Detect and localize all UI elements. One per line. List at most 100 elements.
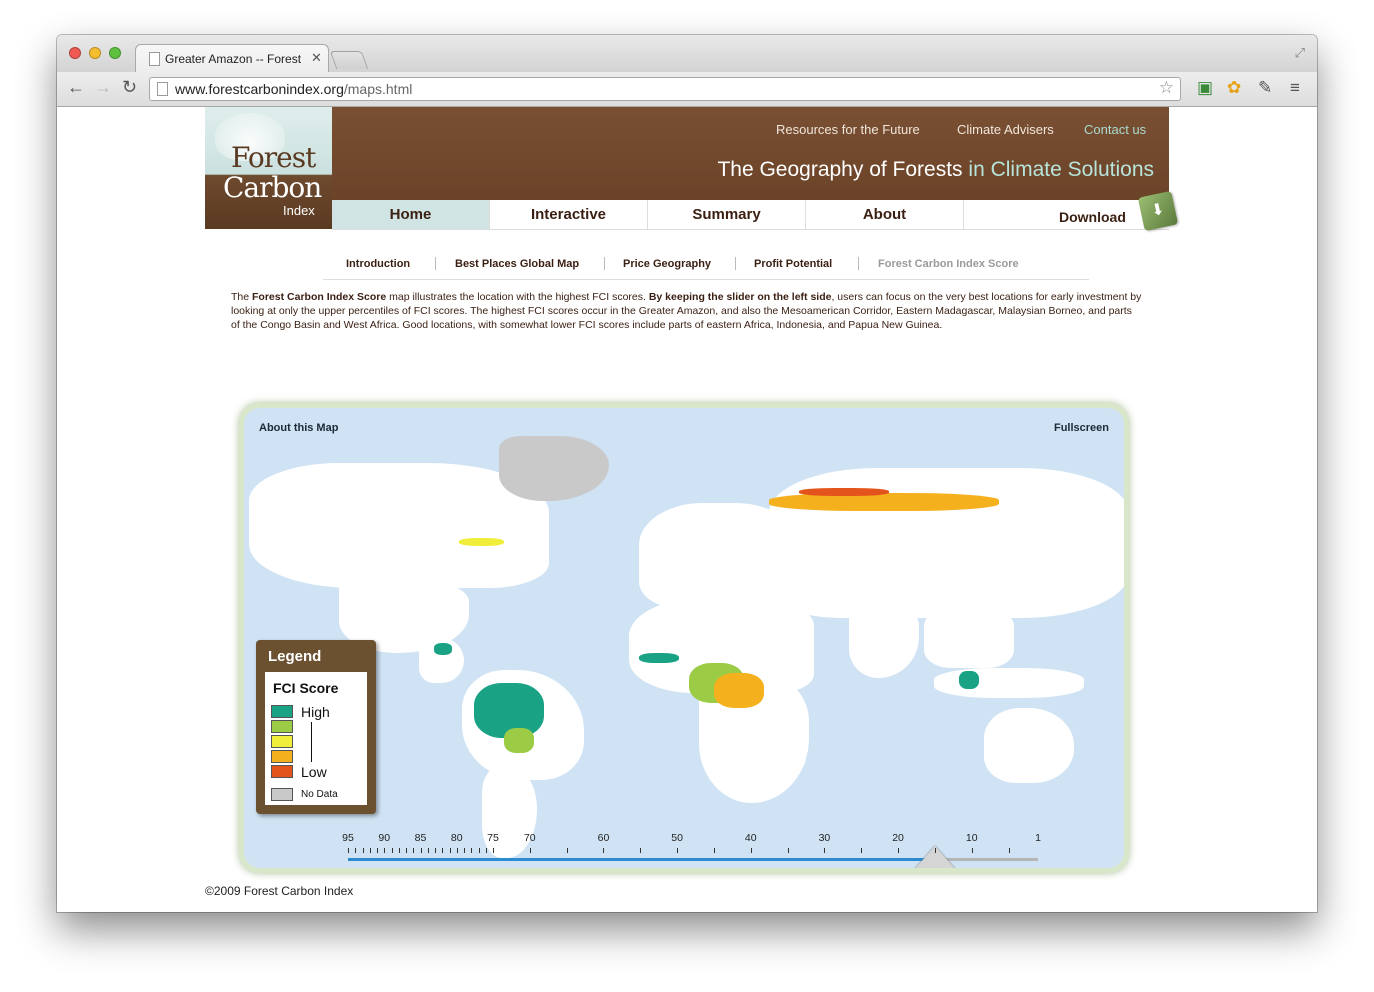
map-frame: About this Map Fullscreen Legend FCI Sco… <box>239 403 1129 873</box>
fullscreen-icon[interactable]: ⤢ <box>1295 45 1305 61</box>
browser-toolbar: ← → ↻ www.forestcarbonindex.org/maps.htm… <box>57 72 1317 107</box>
fullscreen-link[interactable]: Fullscreen <box>1054 422 1109 434</box>
slider-tick-label: 70 <box>523 832 536 844</box>
slider-minor-tick <box>435 848 436 853</box>
subnav-price-geography[interactable]: Price Geography <box>623 258 711 270</box>
site-logo[interactable]: Forest Carbon Index <box>205 107 332 229</box>
logo-forest: Forest <box>231 141 316 174</box>
slider-fill <box>348 858 935 861</box>
slider-tick-label: 10 <box>965 832 978 844</box>
legend-swatch-3 <box>271 735 293 748</box>
slider-minor-tick <box>493 848 494 853</box>
tagline-accent: in Climate Solutions <box>968 158 1154 181</box>
honey-extension-icon[interactable]: ✿ <box>1227 78 1241 98</box>
legend-swatch-4 <box>271 750 293 763</box>
link-contact-us[interactable]: Contact us <box>1084 122 1146 137</box>
slider-minor-tick <box>355 848 357 853</box>
greenland <box>499 436 609 501</box>
slider-minor-tick <box>861 848 863 853</box>
about-this-map-link[interactable]: About this Map <box>259 422 338 434</box>
divider <box>735 257 736 270</box>
map-legend: Legend FCI Score High Low No Data <box>256 640 376 814</box>
intro-paragraph: The Forest Carbon Index Score map illust… <box>231 290 1143 332</box>
legend-swatch-low <box>271 765 293 778</box>
divider <box>604 257 605 270</box>
zoom-window-button[interactable] <box>109 47 121 59</box>
legend-scale-line <box>311 722 312 762</box>
world-map[interactable]: About this Map Fullscreen Legend FCI Sco… <box>244 408 1124 868</box>
nav-interactive[interactable]: Interactive <box>490 200 648 229</box>
nav-summary[interactable]: Summary <box>648 200 806 229</box>
slider-minor-tick <box>971 848 973 853</box>
southeast-asia <box>924 608 1014 668</box>
title-bar: Greater Amazon -- Forest ✕ ⤢ <box>57 35 1317 73</box>
menu-icon[interactable]: ≡ <box>1290 78 1300 98</box>
central-america-score <box>434 643 452 655</box>
slider-minor-tick <box>566 848 568 853</box>
nav-about[interactable]: About <box>806 200 964 229</box>
page-icon <box>157 82 168 96</box>
intro-bold-2: By keeping the slider on the left side <box>648 291 832 303</box>
forward-icon[interactable]: → <box>94 77 112 98</box>
indonesia <box>934 668 1084 698</box>
slider-minor-tick <box>420 848 422 853</box>
download-button[interactable]: Download ⬇ <box>1032 190 1179 232</box>
slider-minor-tick <box>934 848 936 853</box>
tab-title: Greater Amazon -- Forest <box>165 52 302 66</box>
congo-east-score <box>714 673 764 708</box>
close-tab-icon[interactable]: ✕ <box>311 50 322 66</box>
subnav-profit-potential[interactable]: Profit Potential <box>754 258 832 270</box>
slider-minor-tick <box>750 848 752 853</box>
legend-swatch-no-data <box>271 788 293 801</box>
borneo-score <box>959 671 979 689</box>
amazon-south-score <box>504 728 534 753</box>
slider-minor-tick <box>1008 848 1010 853</box>
slider-minor-tick <box>449 848 451 853</box>
url-path: /maps.html <box>343 81 413 97</box>
slider-minor-tick <box>677 848 679 853</box>
download-label: Download <box>1059 209 1126 225</box>
divider <box>435 257 436 270</box>
wrench-icon[interactable]: ✎ <box>1258 78 1272 98</box>
subnav-introduction[interactable]: Introduction <box>346 258 410 270</box>
browser-tab[interactable]: Greater Amazon -- Forest ✕ <box>135 44 329 73</box>
new-tab-button[interactable] <box>329 51 369 69</box>
slider-minor-tick <box>391 848 393 853</box>
slider-minor-tick <box>406 848 407 853</box>
slider-tick-label: 50 <box>671 832 683 844</box>
legend-no-data-label: No Data <box>301 789 338 800</box>
slider-minor-tick <box>413 848 415 853</box>
slider-tick-label: 30 <box>818 832 831 844</box>
site-tagline: The Geography of Forests in Climate Solu… <box>717 158 1154 182</box>
main-nav: Home Interactive Summary About Download … <box>332 190 1179 232</box>
legend-title: Legend <box>268 648 322 665</box>
web-page: Forest Carbon Index Resources for the Fu… <box>57 107 1317 912</box>
back-icon[interactable]: ← <box>67 77 85 98</box>
evernote-extension-icon[interactable]: ▣ <box>1197 78 1213 98</box>
subnav-forest-carbon-index-score[interactable]: Forest Carbon Index Score <box>878 258 1019 270</box>
slider-tick-label: 40 <box>744 832 757 844</box>
intro-text-2: map illustrates the location with the hi… <box>386 291 649 303</box>
link-resources-for-the-future[interactable]: Resources for the Future <box>776 122 920 137</box>
slider-minor-tick <box>713 848 715 853</box>
close-window-button[interactable] <box>69 47 81 59</box>
link-climate-advisers[interactable]: Climate Advisers <box>957 122 1054 137</box>
boreal-low-score <box>769 493 999 511</box>
reload-icon[interactable]: ↻ <box>122 77 137 98</box>
minimize-window-button[interactable] <box>89 47 101 59</box>
slider-minor-tick <box>787 848 789 853</box>
india <box>849 608 919 678</box>
legend-body: FCI Score High Low No Data <box>265 672 367 805</box>
browser-window: Greater Amazon -- Forest ✕ ⤢ ← → ↻ www.f… <box>57 35 1317 912</box>
subnav-best-places-global-map[interactable]: Best Places Global Map <box>455 258 579 270</box>
slider-minor-tick <box>603 848 605 853</box>
siberia-low-score <box>799 488 889 496</box>
slider-minor-tick <box>377 848 378 853</box>
footer-copyright: ©2009 Forest Carbon Index <box>205 884 354 898</box>
address-bar[interactable]: www.forestcarbonindex.org/maps.html ☆ <box>149 77 1181 101</box>
percentile-slider[interactable]: 95 90 85 80 75 70 60 50 40 30 20 10 1 <box>342 832 1041 868</box>
madagascar <box>792 738 806 768</box>
bookmark-star-icon[interactable]: ☆ <box>1159 78 1174 98</box>
page-icon <box>149 52 160 66</box>
nav-home[interactable]: Home <box>332 200 490 229</box>
